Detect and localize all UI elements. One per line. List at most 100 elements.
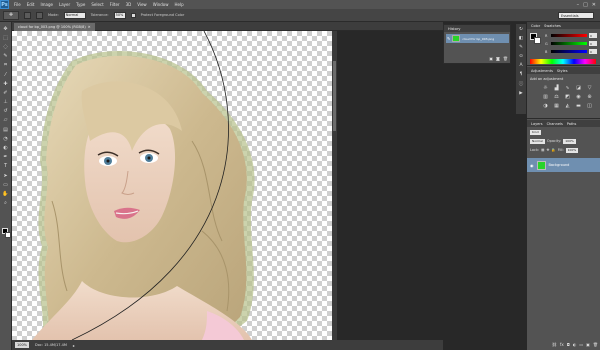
move-tool-icon[interactable]: ✥ <box>1 25 10 32</box>
zoom-level-field[interactable]: 100% <box>15 342 30 348</box>
quick-select-tool-icon[interactable]: ✎ <box>1 53 10 60</box>
background-color-chip[interactable] <box>534 37 541 44</box>
type-tool-icon[interactable]: T <box>1 163 10 170</box>
opacity-field[interactable]: 100% <box>563 138 576 144</box>
zoom-tool-icon[interactable]: ⌕ <box>1 200 10 207</box>
red-slider[interactable] <box>551 34 587 37</box>
red-value-field[interactable]: 0 <box>589 33 597 38</box>
path-select-tool-icon[interactable]: ➤ <box>1 172 10 179</box>
visibility-eye-icon[interactable]: ◉ <box>530 163 534 168</box>
blue-value-field[interactable]: 0 <box>589 49 597 54</box>
exposure-icon[interactable]: ◪ <box>574 85 583 92</box>
new-group-icon[interactable]: ▭ <box>579 342 583 347</box>
tab-adjustments[interactable]: Adjustments <box>529 69 555 73</box>
menu-layer[interactable]: Layer <box>59 2 70 7</box>
dodge-tool-icon[interactable]: ◐ <box>1 144 10 151</box>
menu-file[interactable]: File <box>14 2 21 7</box>
lock-pixels-icon[interactable]: ▦ <box>541 148 544 152</box>
background-color-swatch[interactable] <box>5 232 11 238</box>
status-menu-arrow-icon[interactable]: ▸ <box>73 343 75 348</box>
tolerance-field[interactable]: 50% <box>113 11 126 19</box>
history-brush-source-icon[interactable]: ✎ <box>447 36 450 41</box>
minimize-icon[interactable]: – <box>577 2 580 8</box>
fill-field[interactable]: 100% <box>565 147 579 153</box>
crop-tool-icon[interactable]: ⌗ <box>1 62 10 69</box>
brush-panel-icon[interactable]: ✎ <box>519 45 523 50</box>
menu-select[interactable]: Select <box>91 2 103 7</box>
menu-edit[interactable]: Edit <box>27 2 35 7</box>
black-white-icon[interactable]: ◩ <box>563 94 572 101</box>
delete-layer-icon[interactable]: 🗑 <box>593 342 598 347</box>
protect-foreground-checkbox[interactable] <box>130 12 136 18</box>
channel-mixer-icon[interactable]: ⊕ <box>585 94 594 101</box>
tab-channels[interactable]: Channels <box>545 122 565 126</box>
mode-select[interactable]: Normal <box>63 11 86 19</box>
paragraph-panel-icon[interactable]: ¶ <box>520 72 523 77</box>
layer-row-background[interactable]: ◉ Background <box>527 158 600 172</box>
layer-style-icon[interactable]: fx <box>560 342 564 347</box>
green-value-field[interactable]: 0 <box>589 41 597 46</box>
vibrance-icon[interactable]: ▽ <box>585 85 594 92</box>
eyedropper-tool-icon[interactable]: ⁄ <box>1 71 10 78</box>
maximize-icon[interactable]: □ <box>583 2 588 8</box>
menu-view[interactable]: View <box>137 2 147 7</box>
tool-preset-picker[interactable]: ✚ <box>3 10 19 20</box>
clone-stamp-tool-icon[interactable]: ⊥ <box>1 99 10 106</box>
lock-all-icon[interactable]: 🔒 <box>551 148 555 152</box>
canvas[interactable] <box>12 31 332 340</box>
character-panel-icon[interactable]: A <box>519 63 522 68</box>
camera-icon[interactable]: ◙ <box>496 56 500 61</box>
threshold-icon[interactable]: ◭ <box>563 103 572 110</box>
actions-panel-icon[interactable]: ▶ <box>519 91 522 96</box>
lock-position-icon[interactable]: ✥ <box>546 148 549 152</box>
menu-3d[interactable]: 3D <box>126 2 132 7</box>
brush-settings-button[interactable] <box>36 11 43 19</box>
hue-saturation-icon[interactable]: ▥ <box>541 94 550 101</box>
document-tab[interactable]: cloud for bp_003.png @ 100% (RGB/8) ✕ <box>14 23 95 31</box>
tab-history[interactable]: History <box>446 27 462 31</box>
menu-help[interactable]: Help <box>174 2 183 7</box>
properties-panel-icon[interactable]: ◧ <box>519 36 523 41</box>
close-tab-icon[interactable]: ✕ <box>88 25 91 29</box>
brush-preset-button[interactable] <box>24 11 31 19</box>
shape-tool-icon[interactable]: ▭ <box>1 181 10 188</box>
history-snapshot-item[interactable]: ✎ cloud for bp_003.png <box>446 34 509 43</box>
blur-tool-icon[interactable]: ◔ <box>1 135 10 142</box>
tab-swatches[interactable]: Swatches <box>542 24 563 28</box>
link-layers-icon[interactable]: ⛓ <box>552 342 557 347</box>
tab-styles[interactable]: Styles <box>555 69 570 73</box>
scrollbar-thumb[interactable] <box>333 61 336 131</box>
menu-type[interactable]: Type <box>76 2 85 7</box>
tab-layers[interactable]: Layers <box>529 122 545 126</box>
menu-window[interactable]: Window <box>153 2 169 7</box>
trash-icon[interactable]: 🗑 <box>503 56 508 61</box>
color-spectrum-ramp[interactable] <box>530 59 596 64</box>
marquee-tool-icon[interactable]: ⬚ <box>1 34 10 41</box>
tab-color[interactable]: Color <box>529 24 542 28</box>
green-slider[interactable] <box>551 42 587 45</box>
brightness-contrast-icon[interactable]: ☼ <box>541 85 550 92</box>
invert-icon[interactable]: ◑ <box>541 103 550 110</box>
menu-image[interactable]: Image <box>40 2 53 7</box>
close-icon[interactable]: ✕ <box>592 2 596 8</box>
lasso-tool-icon[interactable]: ◌ <box>1 43 10 50</box>
workspace-select[interactable]: Essentials <box>558 12 594 19</box>
gradient-tool-icon[interactable]: ▤ <box>1 126 10 133</box>
gradient-map-icon[interactable]: ▬ <box>574 103 583 110</box>
clone-source-panel-icon[interactable]: ⊙ <box>519 54 523 59</box>
info-panel-icon[interactable]: ⓘ <box>519 81 524 87</box>
brush-tool-icon[interactable]: ✐ <box>1 89 10 96</box>
selective-color-icon[interactable]: ◫ <box>585 103 594 110</box>
pen-tool-icon[interactable]: ✒ <box>1 154 10 161</box>
color-balance-icon[interactable]: ⚖ <box>552 94 561 101</box>
new-adjustment-layer-icon[interactable]: ◐ <box>573 342 577 347</box>
blue-slider[interactable] <box>551 50 587 53</box>
history-panel-icon[interactable]: ↻ <box>519 27 523 32</box>
posterize-icon[interactable]: ▦ <box>552 103 561 110</box>
curves-icon[interactable]: ∿ <box>563 85 572 92</box>
layer-kind-filter[interactable]: Kind <box>530 129 541 135</box>
new-layer-icon[interactable]: ▣ <box>586 342 590 347</box>
blend-mode-select[interactable]: Normal <box>530 138 545 144</box>
new-document-from-state-icon[interactable]: ▣ <box>489 56 493 61</box>
add-mask-icon[interactable]: ◘ <box>567 342 570 347</box>
